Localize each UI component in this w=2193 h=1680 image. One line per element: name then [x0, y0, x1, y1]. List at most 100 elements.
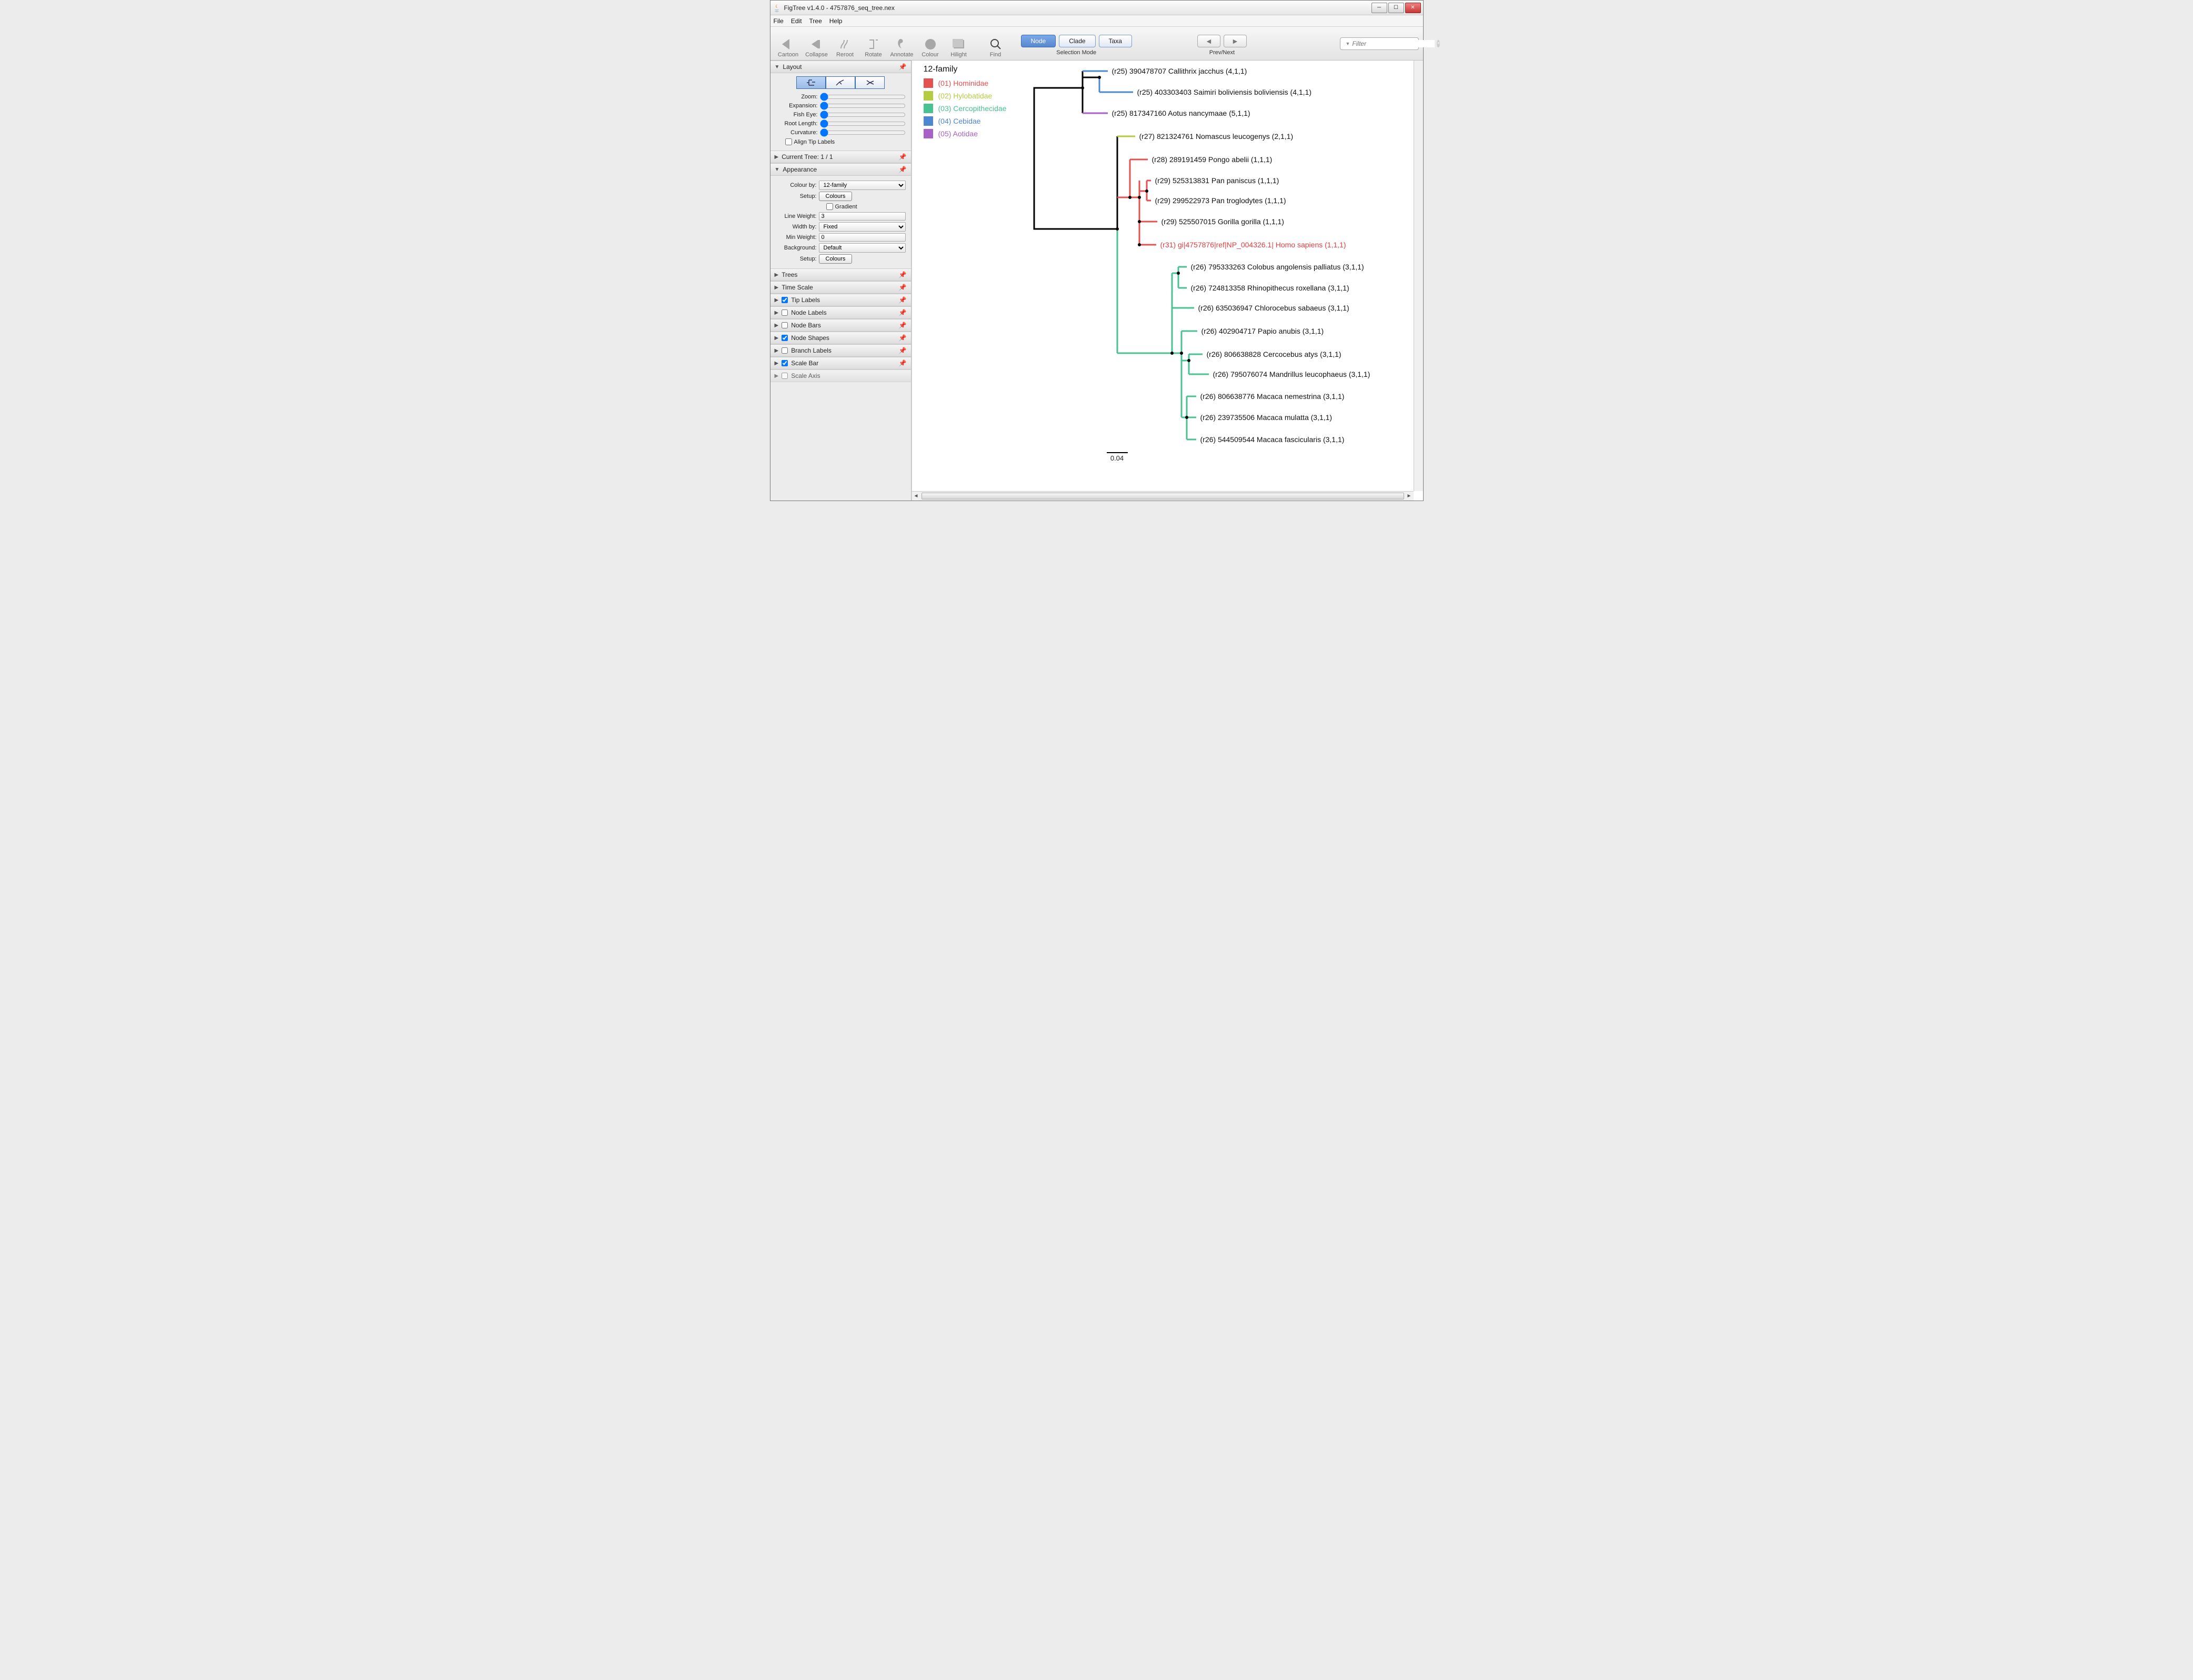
colour-by-select[interactable]: 12-family [819, 181, 906, 190]
width-by-select[interactable]: Fixed [819, 222, 906, 232]
clear-filter-button[interactable]: × [1437, 40, 1440, 47]
tip-label[interactable]: (r26) 806638776 Macaca nemestrina (3,1,1… [1200, 392, 1345, 401]
node-shapes-header[interactable]: ▶Node Shapes📌 [770, 332, 911, 344]
background-select[interactable]: Default [819, 243, 906, 253]
pin-icon[interactable]: 📌 [899, 296, 907, 304]
tip-label[interactable]: (r26) 724813358 Rhinopithecus roxellana … [1191, 284, 1349, 292]
horizontal-scrollbar[interactable]: ◄ ► [912, 491, 1414, 501]
tip-label[interactable]: (r26) 635036947 Chlorocebus sabaeus (3,1… [1198, 304, 1349, 312]
tip-label[interactable]: (r26) 239735506 Macaca mulatta (3,1,1) [1200, 413, 1333, 422]
tip-label[interactable]: (r29) 525507015 Gorilla gorilla (1,1,1) [1161, 217, 1284, 226]
branch-labels-checkbox[interactable] [782, 347, 788, 354]
colour-button[interactable]: Colour [917, 29, 944, 58]
close-button[interactable]: ✕ [1405, 3, 1421, 13]
window-controls: ─ ☐ ✕ [1371, 3, 1421, 13]
tip-labels-header[interactable]: ▶Tip Labels📌 [770, 294, 911, 306]
layout-panel-header[interactable]: ▼Layout 📌 [770, 61, 911, 73]
pin-icon[interactable]: 📌 [899, 347, 907, 354]
tip-label[interactable]: (r26) 402904717 Papio anubis (3,1,1) [1201, 327, 1324, 335]
menu-help[interactable]: Help [829, 17, 843, 25]
colours-button[interactable]: Colours [819, 192, 853, 201]
line-weight-stepper[interactable] [819, 212, 906, 221]
branch-labels-header[interactable]: ▶Branch Labels📌 [770, 344, 911, 357]
current-tree-header[interactable]: ▶Current Tree: 1 / 1📌 [770, 151, 911, 163]
scroll-left-icon[interactable]: ◄ [912, 492, 920, 499]
expansion-slider[interactable] [820, 102, 906, 109]
pin-icon[interactable]: 📌 [899, 334, 907, 342]
scale-axis-checkbox[interactable] [782, 373, 788, 379]
clade-mode-button[interactable]: Clade [1059, 35, 1095, 47]
tip-label[interactable]: (r25) 403303403 Saimiri boliviensis boli… [1137, 88, 1312, 96]
pin-icon[interactable]: 📌 [899, 166, 907, 173]
reroot-button[interactable]: Reroot [832, 29, 859, 58]
tip-label[interactable]: (r26) 795333263 Colobus angolensis palli… [1191, 263, 1364, 271]
layout-rectangular-button[interactable] [796, 76, 826, 89]
cartoon-button[interactable]: Cartoon [775, 29, 802, 58]
scale-bar-checkbox[interactable] [782, 360, 788, 366]
app-window: FigTree v1.4.0 - 4757876_seq_tree.nex ─ … [770, 0, 1424, 501]
curvature-slider[interactable] [820, 129, 906, 136]
menu-file[interactable]: File [774, 17, 784, 25]
next-button[interactable]: ► [1224, 35, 1247, 47]
prev-next-label: Prev/Next [1209, 49, 1235, 56]
find-button[interactable]: Find [982, 29, 1009, 58]
pin-icon[interactable]: 📌 [899, 153, 907, 161]
annotate-button[interactable]: Annotate [888, 29, 916, 58]
node-bars-header[interactable]: ▶Node Bars📌 [770, 319, 911, 332]
selection-mode: Node Clade Taxa Selection Mode [1021, 32, 1132, 56]
chevron-down-icon[interactable]: ▼ [1346, 41, 1350, 46]
tip-label[interactable]: (r25) 817347160 Aotus nancymaae (5,1,1) [1112, 109, 1250, 117]
tip-label[interactable]: (r29) 299522973 Pan troglodytes (1,1,1) [1155, 196, 1286, 205]
layout-polar-button[interactable] [826, 76, 855, 89]
scroll-thumb[interactable] [922, 493, 1404, 499]
tip-label[interactable]: (r29) 525313831 Pan paniscus (1,1,1) [1155, 176, 1279, 185]
align-tip-labels-checkbox[interactable] [785, 138, 792, 145]
tip-label[interactable]: (r26) 806638828 Cercocebus atys (3,1,1) [1207, 350, 1341, 358]
menu-tree[interactable]: Tree [809, 17, 822, 25]
node-labels-header[interactable]: ▶Node Labels📌 [770, 306, 911, 319]
tree-canvas[interactable]: 12-family (01) Hominidae(02) Hylobatidae… [912, 61, 1423, 501]
filter-input[interactable] [1352, 40, 1435, 47]
collapse-button[interactable]: Collapse [803, 29, 830, 58]
maximize-button[interactable]: ☐ [1388, 3, 1404, 13]
vertical-scrollbar[interactable] [1414, 61, 1423, 491]
min-weight-stepper[interactable] [819, 233, 906, 242]
appearance-panel-header[interactable]: ▼Appearance📌 [770, 163, 911, 176]
tip-label[interactable]: (r26) 544509544 Macaca fascicularis (3,1… [1200, 435, 1345, 444]
scroll-right-icon[interactable]: ► [1405, 492, 1414, 499]
prev-button[interactable]: ◄ [1197, 35, 1220, 47]
rotate-button[interactable]: Rotate [860, 29, 887, 58]
titlebar: FigTree v1.4.0 - 4757876_seq_tree.nex ─ … [770, 1, 1423, 15]
taxa-mode-button[interactable]: Taxa [1099, 35, 1132, 47]
trees-header[interactable]: ▶Trees📌 [770, 268, 911, 281]
tip-labels-checkbox[interactable] [782, 297, 788, 303]
zoom-slider[interactable] [820, 93, 906, 101]
node-shapes-checkbox[interactable] [782, 335, 788, 341]
scale-bar-header[interactable]: ▶Scale Bar📌 [770, 357, 911, 369]
menu-edit[interactable]: Edit [791, 17, 802, 25]
tip-label[interactable]: (r31) gi|4757876|ref|NP_004326.1| Homo s… [1160, 241, 1346, 249]
tip-label[interactable]: (r26) 795076074 Mandrillus leucophaeus (… [1213, 370, 1370, 378]
minimize-button[interactable]: ─ [1371, 3, 1387, 13]
root-length-slider[interactable] [820, 120, 906, 127]
filter-box: ▼ × [1340, 37, 1419, 50]
node-mode-button[interactable]: Node [1021, 35, 1056, 47]
node-bars-checkbox[interactable] [782, 322, 788, 328]
node-labels-checkbox[interactable] [782, 309, 788, 316]
pin-icon[interactable]: 📌 [899, 284, 907, 291]
layout-radial-button[interactable] [855, 76, 885, 89]
tip-label[interactable]: (r28) 289191459 Pongo abelii (1,1,1) [1152, 155, 1273, 164]
tip-label[interactable]: (r25) 390478707 Callithrix jacchus (4,1,… [1112, 67, 1247, 75]
time-scale-header[interactable]: ▶Time Scale📌 [770, 281, 911, 294]
colours-button-2[interactable]: Colours [819, 254, 853, 264]
pin-icon[interactable]: 📌 [899, 359, 907, 367]
pin-icon[interactable]: 📌 [899, 63, 907, 71]
pin-icon[interactable]: 📌 [899, 322, 907, 329]
pin-icon[interactable]: 📌 [899, 309, 907, 316]
hilight-button[interactable]: Hilight [945, 29, 973, 58]
fisheye-slider[interactable] [820, 111, 906, 118]
scale-axis-header[interactable]: ▶Scale Axis [770, 369, 911, 382]
tip-label[interactable]: (r27) 821324761 Nomascus leucogenys (2,1… [1139, 132, 1294, 141]
gradient-checkbox[interactable] [826, 203, 833, 210]
pin-icon[interactable]: 📌 [899, 271, 907, 278]
